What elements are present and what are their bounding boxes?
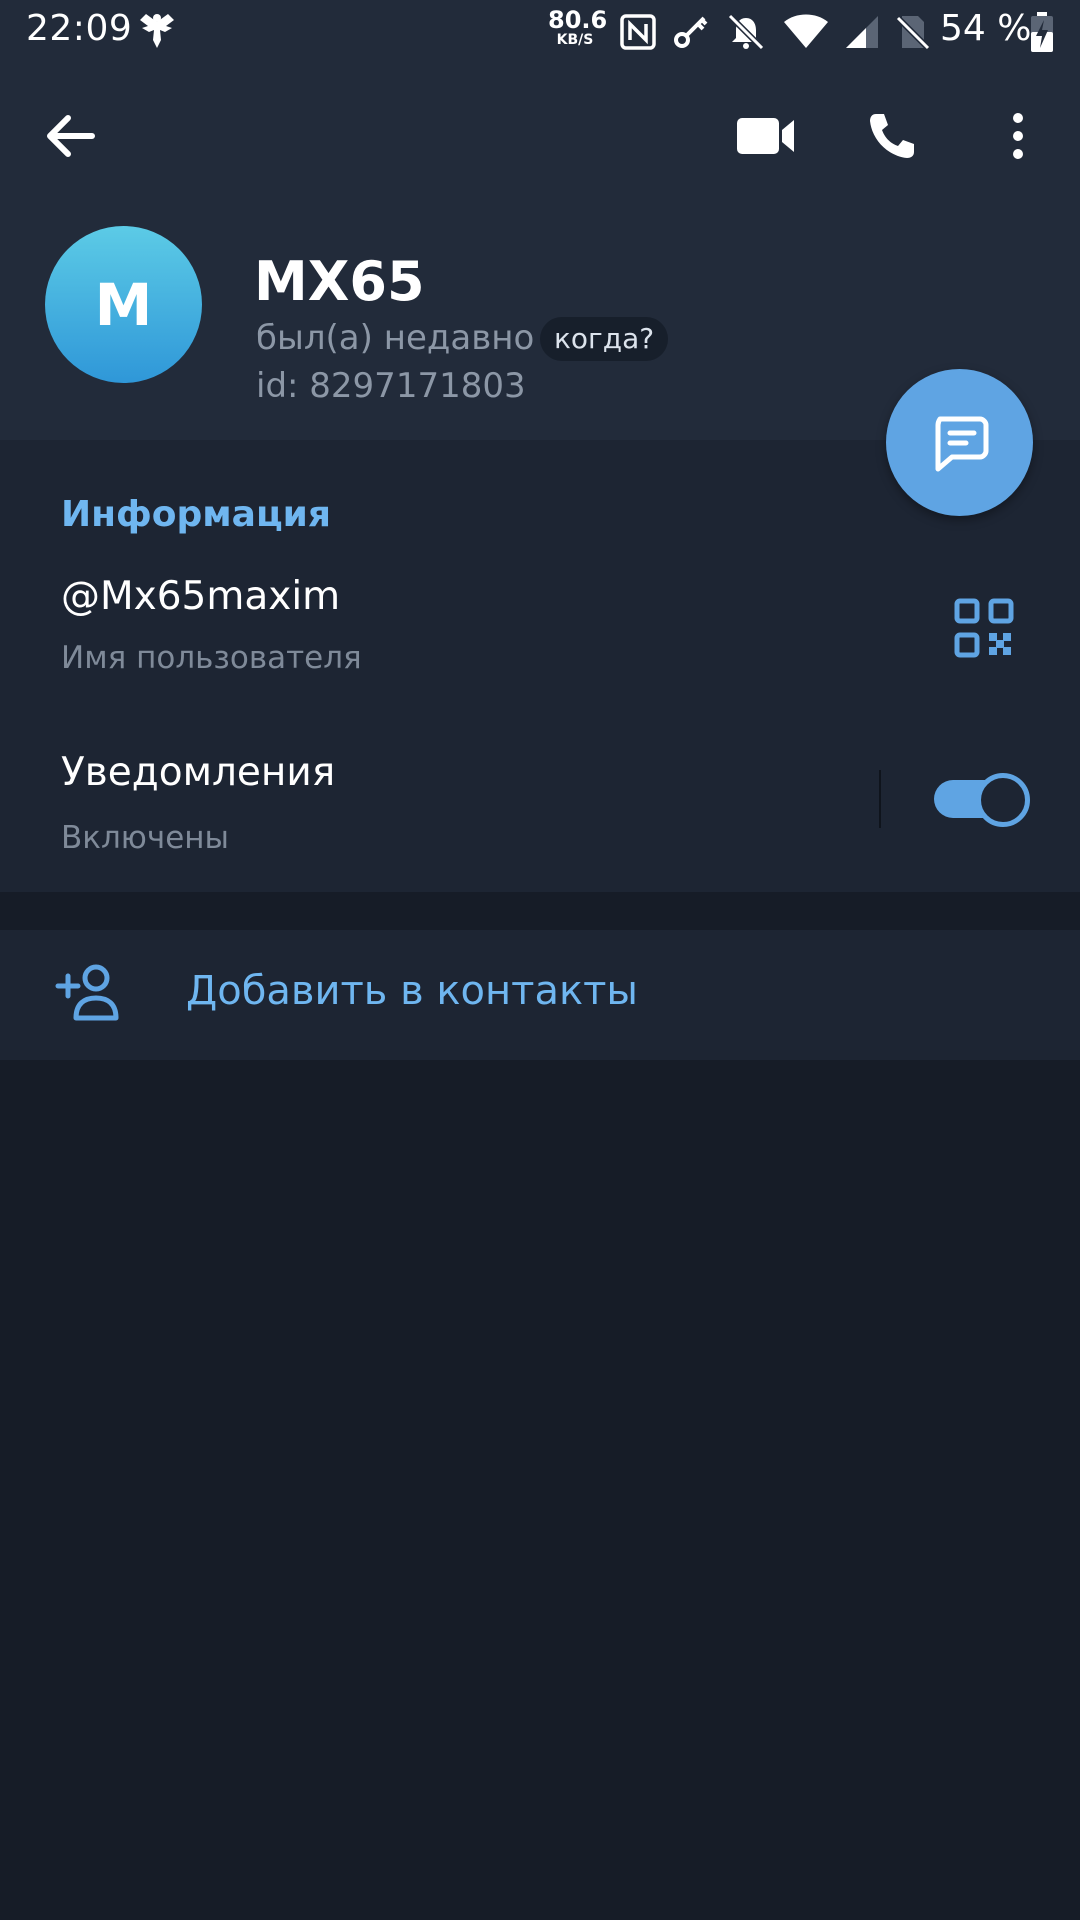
more-options-button[interactable] [978, 96, 1058, 176]
network-speed-value: 80.6 [548, 6, 608, 34]
username-value[interactable]: @Mx65maxim [61, 574, 340, 619]
avatar[interactable]: M [45, 226, 202, 383]
username-label: Имя пользователя [61, 640, 362, 676]
sim-off-icon [895, 15, 931, 51]
profile-name: MX65 [254, 250, 425, 313]
section-title-info: Информация [61, 494, 331, 535]
network-speed-unit: KB/S [556, 32, 594, 48]
back-arrow-icon [47, 115, 95, 157]
back-button[interactable] [30, 96, 110, 176]
divider [879, 770, 881, 828]
profile-header [0, 0, 1080, 440]
signal-icon [846, 16, 878, 48]
add-user-icon [55, 964, 119, 1021]
eagle-icon [140, 14, 174, 48]
video-call-icon [737, 118, 794, 154]
wifi-icon [784, 14, 828, 48]
when-chip[interactable]: когда? [540, 317, 669, 361]
battery-charging-icon [1031, 12, 1053, 52]
video-call-button[interactable] [726, 96, 806, 176]
notifications-title[interactable]: Уведомления [61, 750, 335, 795]
network-speed: 80.6 KB/S [548, 6, 608, 48]
phone-icon [870, 114, 914, 158]
status-bar: 22:09 80.6 KB/S 54 % [0, 0, 1080, 62]
notifications-state: Включены [61, 820, 230, 856]
key-icon [674, 16, 708, 48]
phone-call-button[interactable] [852, 96, 932, 176]
last-seen-status: был(а) недавно [256, 318, 535, 358]
qr-code-icon[interactable] [952, 596, 1016, 660]
toggle-knob[interactable] [976, 773, 1030, 827]
nfc-icon [620, 14, 656, 50]
battery-percent: 54 % [940, 8, 1032, 49]
status-time: 22:09 [26, 8, 133, 49]
avatar-letter: M [94, 270, 153, 339]
message-icon [935, 416, 988, 471]
add-contact-label[interactable]: Добавить в контакты [186, 968, 638, 1014]
profile-id: id: 8297171803 [256, 366, 526, 406]
bell-off-icon [727, 13, 765, 51]
more-vertical-icon [1013, 113, 1023, 159]
send-message-button[interactable] [886, 369, 1033, 516]
